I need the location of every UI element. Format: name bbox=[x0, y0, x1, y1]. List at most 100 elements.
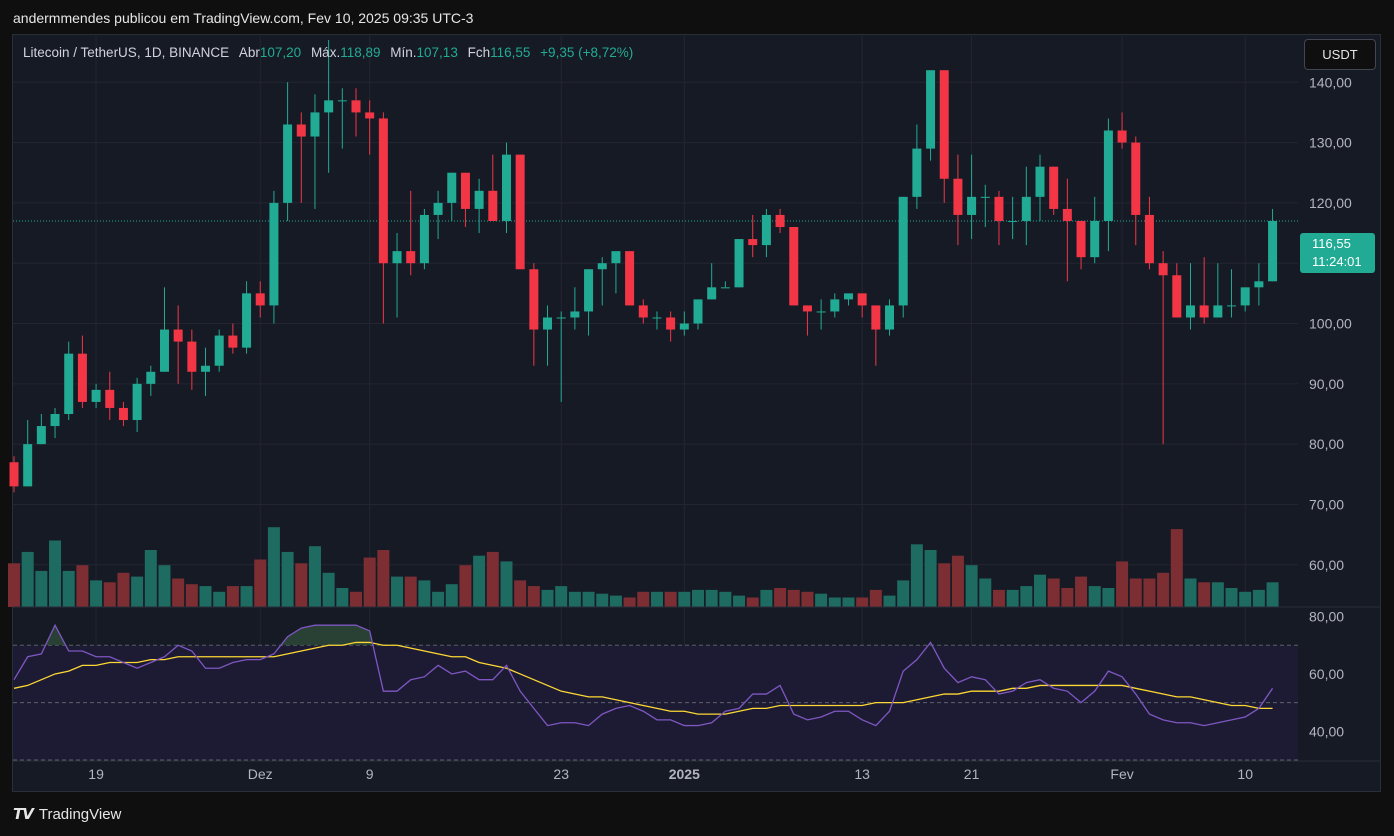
candle-body bbox=[105, 389, 115, 408]
candle bbox=[775, 208, 785, 234]
candle-body bbox=[1131, 142, 1141, 215]
candle-body bbox=[501, 154, 511, 221]
volume-bar bbox=[979, 578, 992, 607]
rsi-tick-label: 40,00 bbox=[1309, 723, 1344, 739]
candle bbox=[885, 299, 895, 336]
candle-body bbox=[1254, 281, 1264, 288]
candle bbox=[365, 100, 375, 155]
candle-body bbox=[1008, 220, 1018, 222]
candle bbox=[707, 263, 717, 300]
volume-bar bbox=[924, 550, 937, 607]
volume-bar bbox=[1198, 582, 1211, 607]
volume-bar bbox=[596, 593, 609, 607]
volume-bar bbox=[883, 595, 896, 607]
candle-body bbox=[159, 329, 169, 372]
candle-body bbox=[132, 383, 142, 421]
candle bbox=[543, 305, 553, 366]
candle bbox=[337, 88, 347, 149]
candle bbox=[1199, 257, 1209, 324]
candle-body bbox=[515, 154, 525, 270]
volume-bar bbox=[144, 550, 157, 607]
candle bbox=[734, 239, 744, 288]
candle-body bbox=[337, 100, 347, 102]
volume-bar bbox=[1211, 582, 1224, 607]
candle bbox=[1021, 166, 1031, 246]
candle bbox=[679, 311, 689, 336]
rsi-axis: 80,00 60,00 40,00 bbox=[1309, 609, 1344, 740]
volume-bar bbox=[459, 565, 472, 607]
candle-body bbox=[625, 251, 635, 306]
high-label: Máx. bbox=[310, 45, 341, 60]
volume-bar bbox=[35, 570, 48, 607]
volume-bar bbox=[815, 593, 828, 607]
volume-bar bbox=[21, 551, 34, 607]
volume-bar bbox=[623, 597, 636, 607]
candle bbox=[392, 233, 402, 318]
price-tick-label: 120,00 bbox=[1309, 195, 1352, 211]
candle-body bbox=[556, 317, 566, 319]
candle bbox=[1117, 112, 1127, 149]
candle-body bbox=[64, 353, 74, 414]
candle bbox=[939, 70, 949, 203]
rsi-pane bbox=[13, 623, 1298, 761]
candle-body bbox=[843, 293, 853, 300]
time-tick-label: Fev bbox=[1110, 766, 1133, 782]
candle bbox=[9, 456, 19, 493]
candle-body bbox=[36, 426, 46, 445]
candle bbox=[1227, 269, 1237, 318]
candle bbox=[843, 293, 853, 306]
volume-bar bbox=[664, 591, 677, 607]
volume-bar bbox=[103, 582, 116, 607]
volume-bar bbox=[650, 591, 663, 607]
candle-body bbox=[214, 335, 224, 366]
price-tick-label: 130,00 bbox=[1309, 135, 1352, 151]
candle bbox=[638, 299, 648, 324]
volume-bar bbox=[322, 572, 335, 607]
close-label: Fch bbox=[467, 45, 491, 60]
volume-bar bbox=[1006, 589, 1019, 607]
candle-body bbox=[310, 112, 320, 137]
volume-bar bbox=[746, 597, 759, 607]
candle-body bbox=[830, 299, 840, 312]
volume-bar bbox=[1047, 578, 1060, 607]
candle-body bbox=[488, 190, 498, 221]
candle-body bbox=[857, 293, 867, 306]
candle-body bbox=[761, 214, 771, 246]
volume-bar bbox=[240, 586, 253, 607]
volume-bar bbox=[910, 544, 923, 607]
candle bbox=[77, 335, 87, 408]
candle bbox=[201, 347, 211, 396]
time-tick-label: 21 bbox=[964, 766, 980, 782]
candle bbox=[214, 329, 224, 372]
candle-body bbox=[967, 196, 977, 215]
candle bbox=[1172, 263, 1182, 318]
currency-label: USDT bbox=[1322, 47, 1358, 62]
time-tick-label: 23 bbox=[553, 766, 569, 782]
candle-body bbox=[939, 70, 949, 179]
volume-bar bbox=[295, 563, 308, 607]
candle bbox=[953, 154, 963, 246]
candle bbox=[1035, 154, 1045, 221]
candle-body bbox=[912, 148, 922, 197]
candle-body bbox=[255, 293, 265, 306]
candle-body bbox=[1268, 220, 1278, 282]
symbol-legend[interactable]: Litecoin / TetherUS, 1D, BINANCE Abr107,… bbox=[23, 45, 633, 60]
candle-body bbox=[1158, 263, 1168, 276]
volume-bar bbox=[719, 591, 732, 607]
volume-bar bbox=[541, 589, 554, 607]
footer-brand[interactable]: 𝙏𝙑 TradingView bbox=[13, 805, 121, 824]
candle-body bbox=[146, 371, 156, 384]
candle bbox=[666, 311, 676, 342]
volume-bar bbox=[158, 565, 171, 607]
candle bbox=[378, 112, 388, 324]
candle-body bbox=[707, 287, 717, 300]
time-tick-label: 2025 bbox=[669, 766, 700, 782]
candle bbox=[310, 94, 320, 209]
volume-bars bbox=[8, 527, 1279, 607]
candle bbox=[830, 293, 840, 318]
symbol-name[interactable]: Litecoin / TetherUS, 1D, BINANCE bbox=[23, 45, 229, 60]
chart-canvas[interactable]: 140,00130,00120,00110,00100,0090,0080,00… bbox=[0, 0, 1394, 836]
currency-button[interactable]: USDT bbox=[1304, 39, 1376, 70]
candle bbox=[515, 154, 525, 270]
candle-body bbox=[1213, 305, 1223, 318]
